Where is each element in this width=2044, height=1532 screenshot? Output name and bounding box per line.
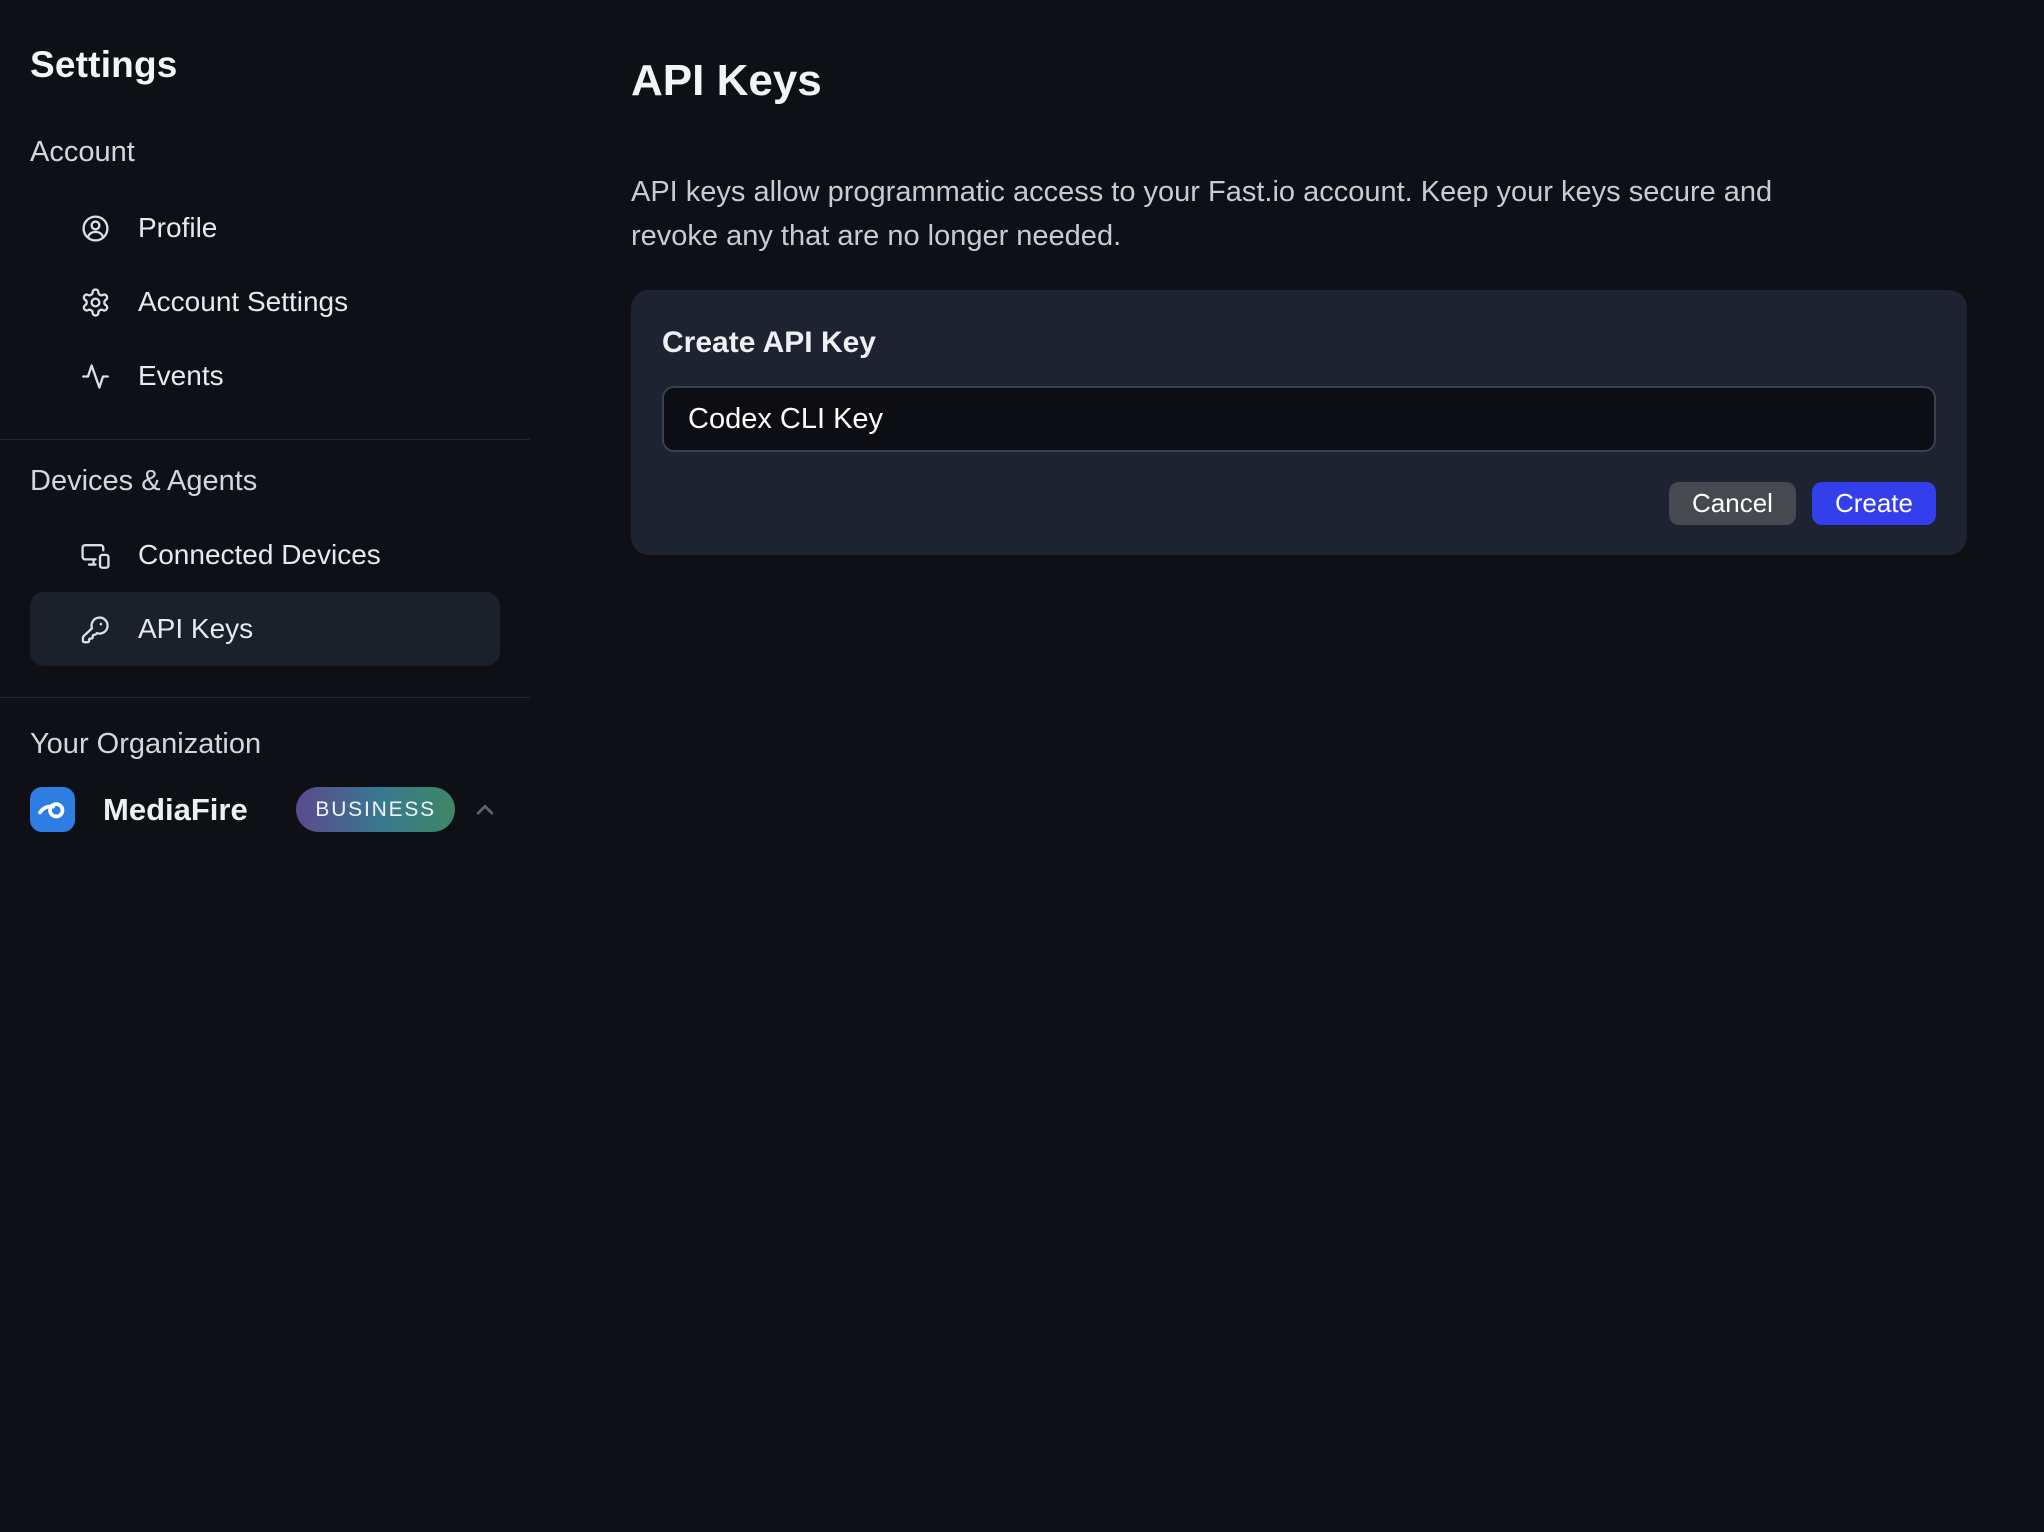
divider <box>0 439 530 440</box>
create-api-key-title: Create API Key <box>662 326 1936 360</box>
sidebar-item-label: API Keys <box>138 613 253 645</box>
user-circle-icon <box>80 213 111 244</box>
sidebar-item-connected-devices[interactable]: Connected Devices <box>30 518 500 592</box>
sidebar-item-label: Connected Devices <box>138 539 381 571</box>
sidebar-item-label: Profile <box>138 212 217 244</box>
monitor-smartphone-icon <box>80 540 111 571</box>
api-key-name-input[interactable] <box>662 386 1936 452</box>
page-description-line1: API keys allow programmatic access to yo… <box>631 170 1967 214</box>
organization-selector[interactable]: MediaFire BUSINESS <box>30 787 500 832</box>
activity-icon <box>80 361 111 392</box>
devices-nav: Connected Devices API Keys <box>30 518 500 666</box>
card-actions: Cancel Create <box>662 482 1936 525</box>
key-icon <box>80 614 111 645</box>
mediafire-logo <box>30 787 75 832</box>
section-label-devices-agents: Devices & Agents <box>30 465 500 498</box>
sidebar-item-profile[interactable]: Profile <box>30 191 500 265</box>
account-nav: Profile Account Settings Events <box>30 191 500 413</box>
sidebar-item-label: Account Settings <box>138 286 348 318</box>
cancel-button[interactable]: Cancel <box>1669 482 1796 525</box>
sidebar: Settings Account Profile Account Setting… <box>0 0 530 1532</box>
sidebar-item-events[interactable]: Events <box>30 339 500 413</box>
sidebar-item-api-keys[interactable]: API Keys <box>30 592 500 666</box>
gear-icon <box>80 287 111 318</box>
divider <box>0 697 530 698</box>
main-content: API Keys API keys allow programmatic acc… <box>631 0 1967 555</box>
page-description-line2: revoke any that are no longer needed. <box>631 214 1967 258</box>
chevron-up-icon[interactable] <box>470 795 500 825</box>
page-description: API keys allow programmatic access to yo… <box>631 170 1967 258</box>
create-api-key-card: Create API Key Cancel Create <box>631 290 1967 555</box>
section-label-your-organization: Your Organization <box>30 728 500 761</box>
sidebar-item-account-settings[interactable]: Account Settings <box>30 265 500 339</box>
page-title: API Keys <box>631 56 1967 106</box>
organization-name: MediaFire <box>103 792 248 828</box>
sidebar-item-label: Events <box>138 360 224 392</box>
create-button[interactable]: Create <box>1812 482 1936 525</box>
business-plan-badge: BUSINESS <box>296 787 455 832</box>
section-label-account: Account <box>30 136 500 169</box>
sidebar-title: Settings <box>30 44 500 86</box>
